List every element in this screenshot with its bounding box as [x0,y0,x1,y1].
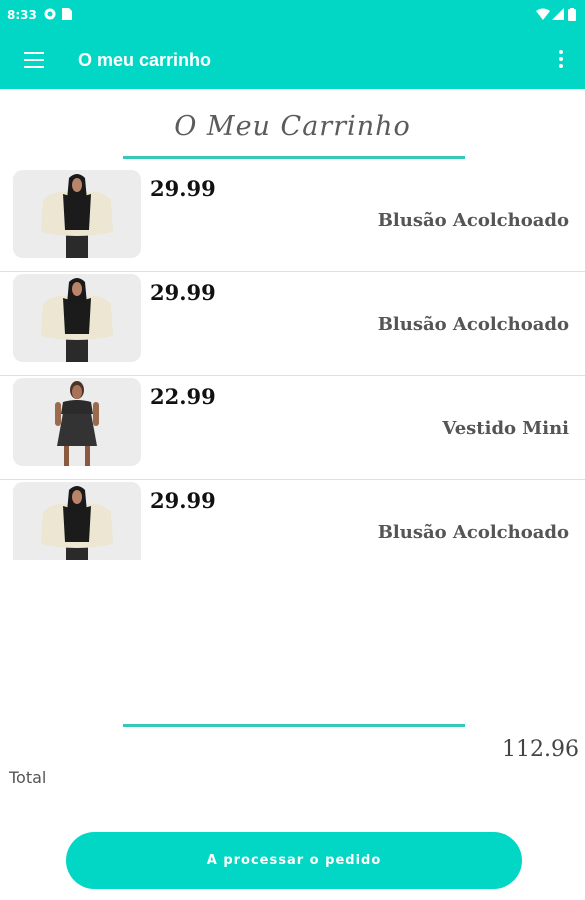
menu-icon[interactable] [24,52,44,68]
signal-icon [552,8,564,20]
process-order-button[interactable]: A processar o pedido [66,832,522,889]
item-price: 29.99 [150,176,216,201]
item-name: Blusão Acolchoado [377,210,569,231]
cart-list: 29.99 Blusão Acolchoado 29.99 Blusão Aco… [0,168,585,560]
sim-icon [62,8,72,20]
cart-item[interactable]: 29.99 Blusão Acolchoado [0,480,585,560]
item-price: 29.99 [150,488,216,513]
heading-divider [123,156,465,159]
total-divider [123,724,465,727]
cart-item[interactable]: 29.99 Blusão Acolchoado [0,168,585,272]
product-image [13,170,141,258]
more-options-icon[interactable] [557,50,565,70]
item-name: Blusão Acolchoado [377,314,569,335]
cart-item[interactable]: 22.99 Vestido Mini [0,376,585,480]
wifi-icon [536,8,550,20]
notification-icon [44,8,56,20]
total-value: 112.96 [502,737,579,762]
battery-icon [568,8,576,21]
page-title: O Meu Carrinho [174,111,411,142]
product-image [13,482,141,560]
app-title: O meu carrinho [78,50,212,70]
cart-item[interactable]: 29.99 Blusão Acolchoado [0,272,585,376]
item-price: 29.99 [150,280,216,305]
item-price: 22.99 [150,384,216,409]
product-image [13,274,141,362]
product-image [13,378,141,466]
total-label: Total [9,768,47,787]
item-name: Blusão Acolchoado [377,522,569,543]
status-time: 8:33 [7,8,37,22]
app-bar: O meu carrinho [0,30,585,89]
status-bar: 8:33 [0,0,585,30]
item-name: Vestido Mini [442,418,569,439]
